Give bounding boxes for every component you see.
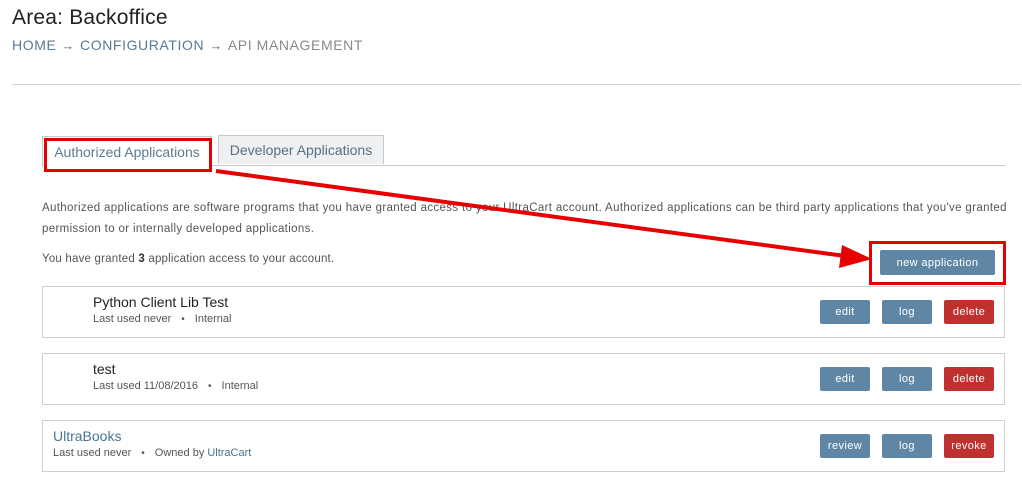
revoke-button[interactable]: revoke [944, 434, 994, 458]
owner-link[interactable]: UltraCart [207, 447, 251, 459]
log-button[interactable]: log [882, 367, 932, 391]
log-button[interactable]: log [882, 434, 932, 458]
application-row: UltraBooks Last used never • Owned by Ul… [42, 420, 1005, 472]
breadcrumb: HOME → CONFIGURATION → API MANAGEMENT [12, 37, 363, 53]
tab-developer-applications[interactable]: Developer Applications [218, 135, 384, 164]
breadcrumb-separator: → [61, 37, 76, 53]
application-type: Internal [221, 380, 259, 392]
last-used-text: Last used never [53, 447, 132, 459]
application-name-link[interactable]: UltraBooks [53, 428, 121, 444]
breadcrumb-separator: → [209, 37, 223, 53]
application-row: Python Client Lib Test Last used never •… [42, 286, 1005, 338]
log-button[interactable]: log [882, 300, 932, 324]
bullet-separator: • [208, 380, 212, 392]
last-used-text: Last used never [93, 313, 172, 325]
application-row: test Last used 11/08/2016 • Internal edi… [42, 353, 1005, 405]
review-button[interactable]: review [820, 434, 870, 458]
application-name: Python Client Lib Test [93, 294, 229, 310]
authorized-apps-description: Authorized applications are software pro… [42, 202, 1007, 235]
breadcrumb-api-management: API MANAGEMENT [227, 37, 364, 53]
owner-prefix: Owned by [154, 447, 205, 459]
breadcrumb-home[interactable]: HOME [12, 37, 56, 53]
last-used-text: Last used 11/08/2016 [93, 380, 198, 392]
application-name: test [93, 361, 116, 377]
header-divider [12, 84, 1021, 85]
page-title: Area: Backoffice [12, 6, 168, 29]
application-meta: Last used never • Internal [93, 313, 232, 325]
tab-authorized-applications[interactable]: Authorized Applications [42, 136, 212, 167]
breadcrumb-configuration[interactable]: CONFIGURATION [80, 37, 204, 53]
application-meta: Last used never • Owned by UltraCart [53, 447, 251, 459]
edit-button[interactable]: edit [820, 300, 870, 324]
application-type: Internal [194, 313, 232, 325]
bullet-separator: • [141, 447, 145, 459]
new-application-button[interactable]: new application [880, 250, 995, 275]
application-meta: Last used 11/08/2016 • Internal [93, 380, 258, 392]
granted-count-text: You have granted 3 application access to… [42, 253, 335, 265]
delete-button[interactable]: delete [944, 367, 994, 391]
tab-bar: Authorized Applications Developer Applic… [42, 134, 1005, 167]
delete-button[interactable]: delete [944, 300, 994, 324]
granted-count: 3 [138, 253, 145, 265]
bullet-separator: • [181, 313, 185, 325]
edit-button[interactable]: edit [820, 367, 870, 391]
